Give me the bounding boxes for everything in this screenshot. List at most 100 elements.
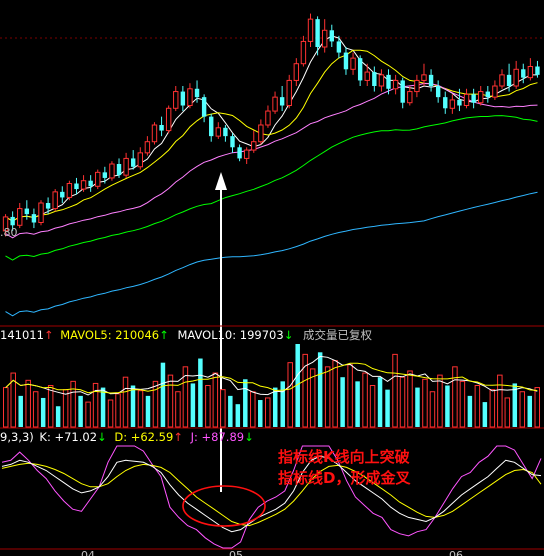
candle-body — [194, 88, 200, 98]
volume-bar — [415, 387, 420, 427]
volume-bar — [235, 404, 241, 427]
volume-bar — [280, 381, 285, 427]
volume-bar — [55, 406, 61, 427]
candle-body — [272, 96, 278, 112]
time-axis-label: 05 — [229, 549, 243, 556]
kdj-d-arrow: ↑ — [173, 430, 183, 444]
chart-canvas: .80 141011↑ MAVOL5: 210046↑ MAVOL10: 199… — [0, 0, 544, 556]
candle-body — [293, 63, 300, 81]
volume-bar — [534, 387, 541, 428]
volume-bar — [250, 391, 256, 428]
candle-body — [457, 99, 462, 106]
candle-body — [45, 203, 51, 209]
candle-body — [187, 88, 193, 106]
candle-body — [307, 18, 314, 42]
candle-body — [60, 191, 65, 198]
volume-bar — [152, 380, 159, 428]
candle-body — [485, 91, 491, 98]
volume-bar — [85, 401, 91, 428]
candle-body — [215, 127, 222, 137]
volume-bar — [265, 397, 271, 428]
candle-body — [286, 79, 292, 107]
candle-body — [350, 57, 356, 70]
volume-bar — [452, 366, 458, 428]
candle-body — [237, 147, 242, 159]
kdj-k-label: K: +71.02 — [39, 430, 97, 444]
volume-bar — [392, 353, 398, 428]
volume-note: 成交量已复权 — [303, 328, 372, 342]
volume-bar — [258, 400, 263, 427]
volume-bar — [70, 380, 76, 428]
mavol5-label: MAVOL5: 210046 — [60, 328, 159, 342]
candle-body — [251, 141, 257, 151]
candle — [38, 200, 44, 226]
candle-body — [102, 172, 108, 178]
candle-body — [66, 183, 73, 198]
volume-bar — [474, 385, 481, 428]
volume-bar — [377, 377, 383, 427]
volume-bar — [122, 376, 129, 428]
volume-bar — [2, 387, 9, 428]
volume-bar — [47, 385, 54, 428]
volume-header-arrow: ↑ — [44, 328, 54, 342]
candle-body — [414, 79, 420, 93]
volume-bar — [437, 374, 443, 428]
volume-bar — [32, 391, 39, 428]
candle-body — [123, 157, 129, 176]
volume-bar — [317, 352, 323, 427]
candle-body — [258, 124, 264, 143]
candle-body — [527, 66, 534, 79]
volume-bar — [243, 379, 248, 427]
volume-bar — [332, 360, 338, 428]
candle-body — [521, 69, 526, 78]
volume-bar — [115, 393, 121, 428]
candle-body — [131, 158, 136, 167]
candle-body — [137, 152, 143, 168]
candle — [151, 122, 158, 145]
candle-body — [151, 124, 158, 143]
annotation-line-2: 指标线D，形成金叉 — [278, 469, 411, 487]
volume-bar — [482, 402, 488, 427]
volume-bar — [407, 370, 413, 428]
candle-body — [144, 141, 151, 154]
candle-body — [321, 29, 328, 48]
candle-body — [513, 68, 519, 87]
volume-bar — [220, 389, 226, 428]
candle-body — [463, 93, 470, 106]
candle-body — [180, 91, 186, 106]
mavol10-label: MAVOL10: 199703 — [177, 328, 283, 342]
volume-bar — [18, 395, 23, 427]
candle-body — [230, 136, 235, 148]
kdj-j-arrow: ↓ — [244, 430, 254, 444]
candle-body — [159, 125, 164, 131]
svg-text:141011↑ MAVOL5: 210046: 141011↑ MAVOL5: 210046↑ MAVOL10: 199703↓… — [0, 328, 372, 342]
candle-body — [279, 97, 285, 106]
volume-bar — [489, 389, 496, 428]
volume-bar — [340, 377, 345, 427]
candle-body — [428, 74, 434, 86]
candle — [52, 189, 58, 212]
candle-body — [535, 66, 540, 75]
candle-body — [173, 91, 179, 109]
volume-bar — [467, 395, 473, 427]
candle-body — [386, 74, 391, 89]
candle — [66, 180, 73, 201]
kdj-d-label: D: +62.59 — [114, 430, 173, 444]
candle-body — [435, 86, 441, 98]
volume-bar — [527, 395, 533, 427]
price-level-label: .80 — [0, 226, 18, 239]
candle-body — [10, 216, 15, 226]
volume-bar — [100, 387, 106, 427]
candle-body — [400, 80, 405, 103]
candle-body — [449, 99, 456, 109]
kdj-params: 9,3,3) — [0, 430, 34, 444]
volume-bar — [175, 391, 181, 428]
volume-bar — [272, 387, 278, 427]
candle-body — [506, 74, 512, 86]
volume-bar — [25, 379, 31, 428]
volume-bar — [198, 358, 203, 427]
candle-body — [364, 71, 370, 81]
candle-body — [372, 72, 377, 86]
kdj-k-arrow: ↓ — [97, 430, 107, 444]
candle-body — [52, 191, 58, 210]
